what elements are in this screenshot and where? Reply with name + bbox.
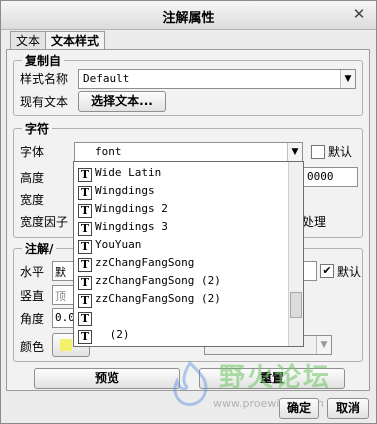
font-option[interactable]: TzzChangFangSong — [78, 254, 194, 272]
font-option[interactable]: T Wide Latin — [78, 164, 161, 182]
height-label: 高度 — [20, 171, 45, 185]
chevron-down-icon[interactable]: ▼ — [316, 336, 331, 354]
truetype-font-icon: T — [78, 204, 92, 218]
font-select[interactable]: font ▼ — [74, 142, 303, 162]
font-option[interactable]: T — [78, 308, 95, 326]
tab-text-style[interactable]: 文本样式 — [45, 31, 106, 51]
character-title: 字符 — [22, 120, 53, 137]
truetype-font-icon: T — [78, 312, 92, 326]
style-name-select[interactable]: Default ▼ — [78, 69, 356, 89]
horizontal-select[interactable]: 默认 — [52, 261, 74, 281]
close-icon[interactable]: ✕ — [350, 5, 368, 23]
angle-label: 角度 — [20, 312, 45, 326]
font-option[interactable]: T Wingdings 3 — [78, 218, 168, 236]
existing-text-label: 现有文本 — [20, 95, 69, 109]
copy-from-title: 复制自 — [22, 52, 65, 69]
font-dropdown-list[interactable]: T Wide Latin T Wingdings T Wingdings 2 T Win… — [73, 161, 304, 347]
flame-logo-icon — [173, 360, 208, 407]
processing-label: 处理 — [302, 215, 327, 229]
font-option[interactable]: T YouYuan — [78, 236, 141, 254]
font-value: font — [95, 145, 122, 158]
tab-text[interactable]: 文本 — [10, 31, 47, 50]
cancel-button[interactable]: 取消 — [327, 398, 369, 419]
font-default-label: 默认 — [328, 145, 353, 159]
note-default-label: 默认 — [337, 265, 362, 279]
color-swatch — [60, 339, 72, 351]
angle-value: 0.0 — [55, 311, 74, 324]
font-option[interactable]: TzzChangFangSong (2) — [78, 272, 221, 290]
chevron-down-icon[interactable]: ▼ — [287, 143, 302, 161]
dialog-title: 注解属性 — [162, 11, 215, 26]
font-label: 字体 — [20, 145, 45, 159]
truetype-font-icon: T — [78, 186, 92, 200]
height-input[interactable]: 0000 — [302, 167, 358, 187]
preview-button[interactable]: 预览 — [34, 368, 180, 389]
watermark-text: 野火论坛 — [219, 363, 332, 393]
truetype-font-icon: T — [78, 294, 92, 308]
note-default-checkbox[interactable]: ✔ — [320, 264, 334, 278]
angle-select[interactable]: 0.0 — [52, 308, 74, 328]
horizontal-combo-edge — [304, 261, 317, 281]
annotation-properties-dialog: 注解属性 ✕ 文本 文本样式 复制自 样式名称 Default ▼ 现有文本 选… — [0, 0, 377, 424]
width-label: 宽度 — [20, 193, 45, 207]
font-option[interactable]: T Wingdings — [78, 182, 155, 200]
font-option[interactable]: T (2) — [78, 326, 130, 344]
style-name-value: Default — [83, 72, 130, 85]
copy-from-group: 复制自 样式名称 Default ▼ 现有文本 选择文本... — [13, 52, 363, 116]
font-option[interactable]: TzzChangFangSong (2) — [78, 290, 221, 308]
note-title: 注解/ — [22, 240, 57, 257]
vertical-value: 顶部 — [55, 290, 66, 303]
vertical-select[interactable]: 顶部 — [52, 285, 74, 305]
truetype-font-icon: T — [78, 240, 92, 254]
font-default-checkbox[interactable] — [311, 145, 325, 159]
chevron-down-icon[interactable]: ▼ — [340, 70, 355, 88]
truetype-font-icon: T — [78, 258, 92, 272]
truetype-font-icon: T — [78, 168, 92, 182]
truetype-font-icon: T — [78, 330, 92, 344]
color-label: 颜色 — [20, 340, 45, 354]
font-option[interactable]: T Wingdings 2 — [78, 200, 168, 218]
title-bar: 注解属性 ✕ — [1, 1, 376, 30]
scrollbar-thumb[interactable] — [290, 292, 302, 318]
dropdown-scrollbar[interactable] — [288, 162, 303, 346]
ok-button[interactable]: 确定 — [279, 398, 319, 419]
select-text-button[interactable]: 选择文本... — [78, 91, 166, 112]
vertical-label: 竖直 — [20, 289, 45, 303]
horizontal-value: 默认 — [55, 266, 66, 279]
truetype-font-icon: T — [78, 222, 92, 236]
height-value: 0000 — [307, 170, 334, 183]
horizontal-label: 水平 — [20, 265, 45, 279]
style-name-label: 样式名称 — [20, 72, 69, 86]
truetype-font-icon: T — [78, 276, 92, 290]
width-factor-label: 宽度因子 — [20, 215, 69, 229]
